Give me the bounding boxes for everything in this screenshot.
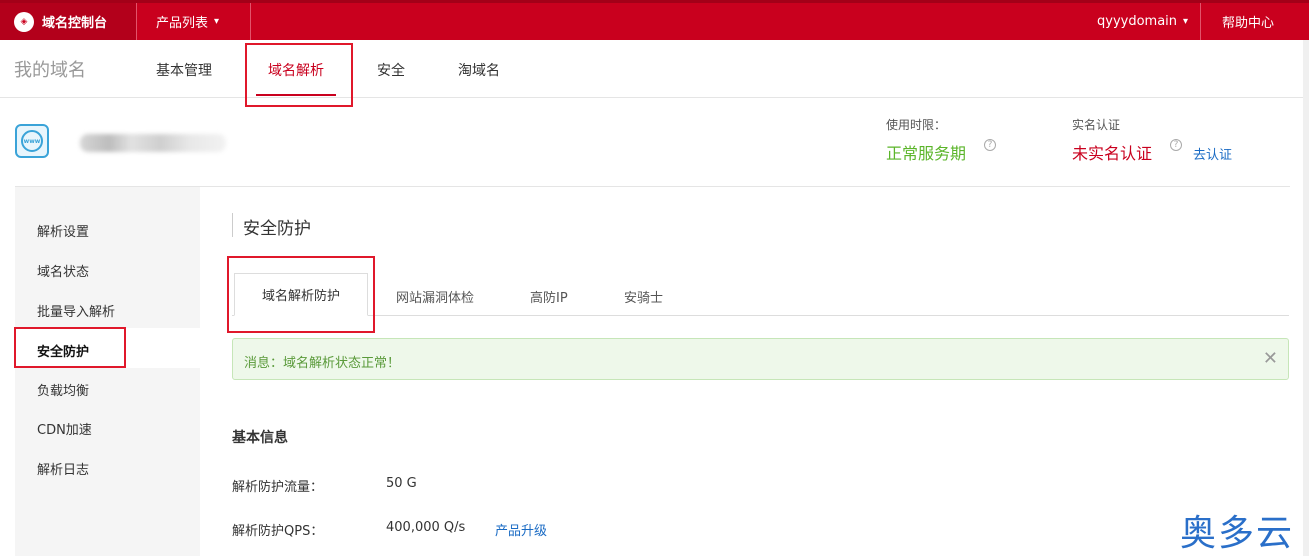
brand-label: 域名控制台 (42, 16, 108, 31)
section-title: 安全防护 (243, 219, 311, 239)
tab-vulnerability-scan[interactable]: 网站漏洞体检 (396, 287, 474, 306)
divider (250, 3, 251, 40)
page-title: 我的域名 (14, 60, 86, 81)
usage-period-label: 使用时限： (886, 118, 947, 132)
help-center-link[interactable]: 帮助中心 (1222, 3, 1274, 40)
alert-message: 消息：域名解析状态正常！ (244, 356, 401, 371)
chevron-down-icon: ▾ (1183, 16, 1189, 27)
highlight-box (245, 43, 353, 107)
section-title-bar (232, 213, 233, 237)
sidebar: 解析设置 域名状态 批量导入解析 安全防护 负载均衡 CDN加速 解析日志 (15, 187, 200, 556)
close-icon[interactable]: ✕ (1263, 348, 1278, 369)
protection-flow-label: 解析防护流量： (232, 480, 324, 495)
sidebar-item-load-balancing[interactable]: 负载均衡 (37, 380, 89, 399)
realname-label: 实名认证 (1072, 118, 1121, 132)
brand[interactable]: ◈ 域名控制台 (0, 3, 136, 40)
upgrade-link[interactable]: 产品升级 (495, 520, 547, 539)
tab-security[interactable]: 安全 (377, 60, 405, 80)
divider (15, 186, 1290, 187)
brand-logo-icon: ◈ (14, 11, 34, 32)
domain-www-icon: www (15, 124, 49, 158)
chevron-down-icon: ▾ (214, 16, 220, 27)
globe-icon: www (21, 130, 43, 152)
product-list-menu[interactable]: 产品列表 ▾ (156, 3, 219, 40)
divider (1200, 3, 1201, 40)
protection-qps-value: 400,000 Q/s (386, 520, 466, 535)
domain-name-blurred (80, 134, 226, 152)
highlight-box (227, 256, 375, 333)
help-question-icon[interactable]: ? (1170, 139, 1182, 151)
scrollbar[interactable] (1303, 40, 1309, 556)
tab-anti-ddos-ip[interactable]: 高防IP (530, 287, 568, 306)
watermark: 奥多云 (1180, 513, 1295, 554)
usage-status: 正常服务期 (886, 144, 967, 163)
sidebar-item-dns-logs[interactable]: 解析日志 (37, 459, 89, 478)
verify-link[interactable]: 去认证 (1193, 144, 1232, 163)
tab-security-guard[interactable]: 安骑士 (624, 287, 663, 306)
realname-status: 未实名认证 (1072, 144, 1153, 163)
sidebar-item-dns-settings[interactable]: 解析设置 (37, 221, 89, 240)
tabs-baseline (232, 315, 1289, 316)
help-question-icon[interactable]: ? (984, 139, 996, 151)
user-name: qyyydomain (1097, 14, 1178, 29)
protection-flow-value: 50 G (386, 476, 417, 491)
sidebar-item-domain-status[interactable]: 域名状态 (37, 261, 89, 280)
tab-basic-management[interactable]: 基本管理 (156, 60, 212, 80)
top-bar: ◈ 域名控制台 产品列表 ▾ qyyydomain ▾ 帮助中心 (0, 0, 1309, 40)
status-alert: 消息：域名解析状态正常！ ✕ (232, 338, 1289, 380)
divider (136, 3, 137, 40)
tab-domain-market[interactable]: 淘域名 (458, 60, 500, 80)
sidebar-item-batch-import[interactable]: 批量导入解析 (37, 301, 115, 320)
protection-qps-label: 解析防护QPS： (232, 524, 324, 539)
basic-info-title: 基本信息 (232, 430, 288, 446)
sidebar-item-cdn[interactable]: CDN加速 (37, 419, 92, 438)
highlight-box (14, 327, 126, 368)
product-list-label: 产品列表 (156, 16, 209, 31)
sub-nav: 我的域名 基本管理 域名解析 安全 淘域名 (0, 40, 1309, 98)
user-menu[interactable]: qyyydomain ▾ (1097, 3, 1188, 40)
